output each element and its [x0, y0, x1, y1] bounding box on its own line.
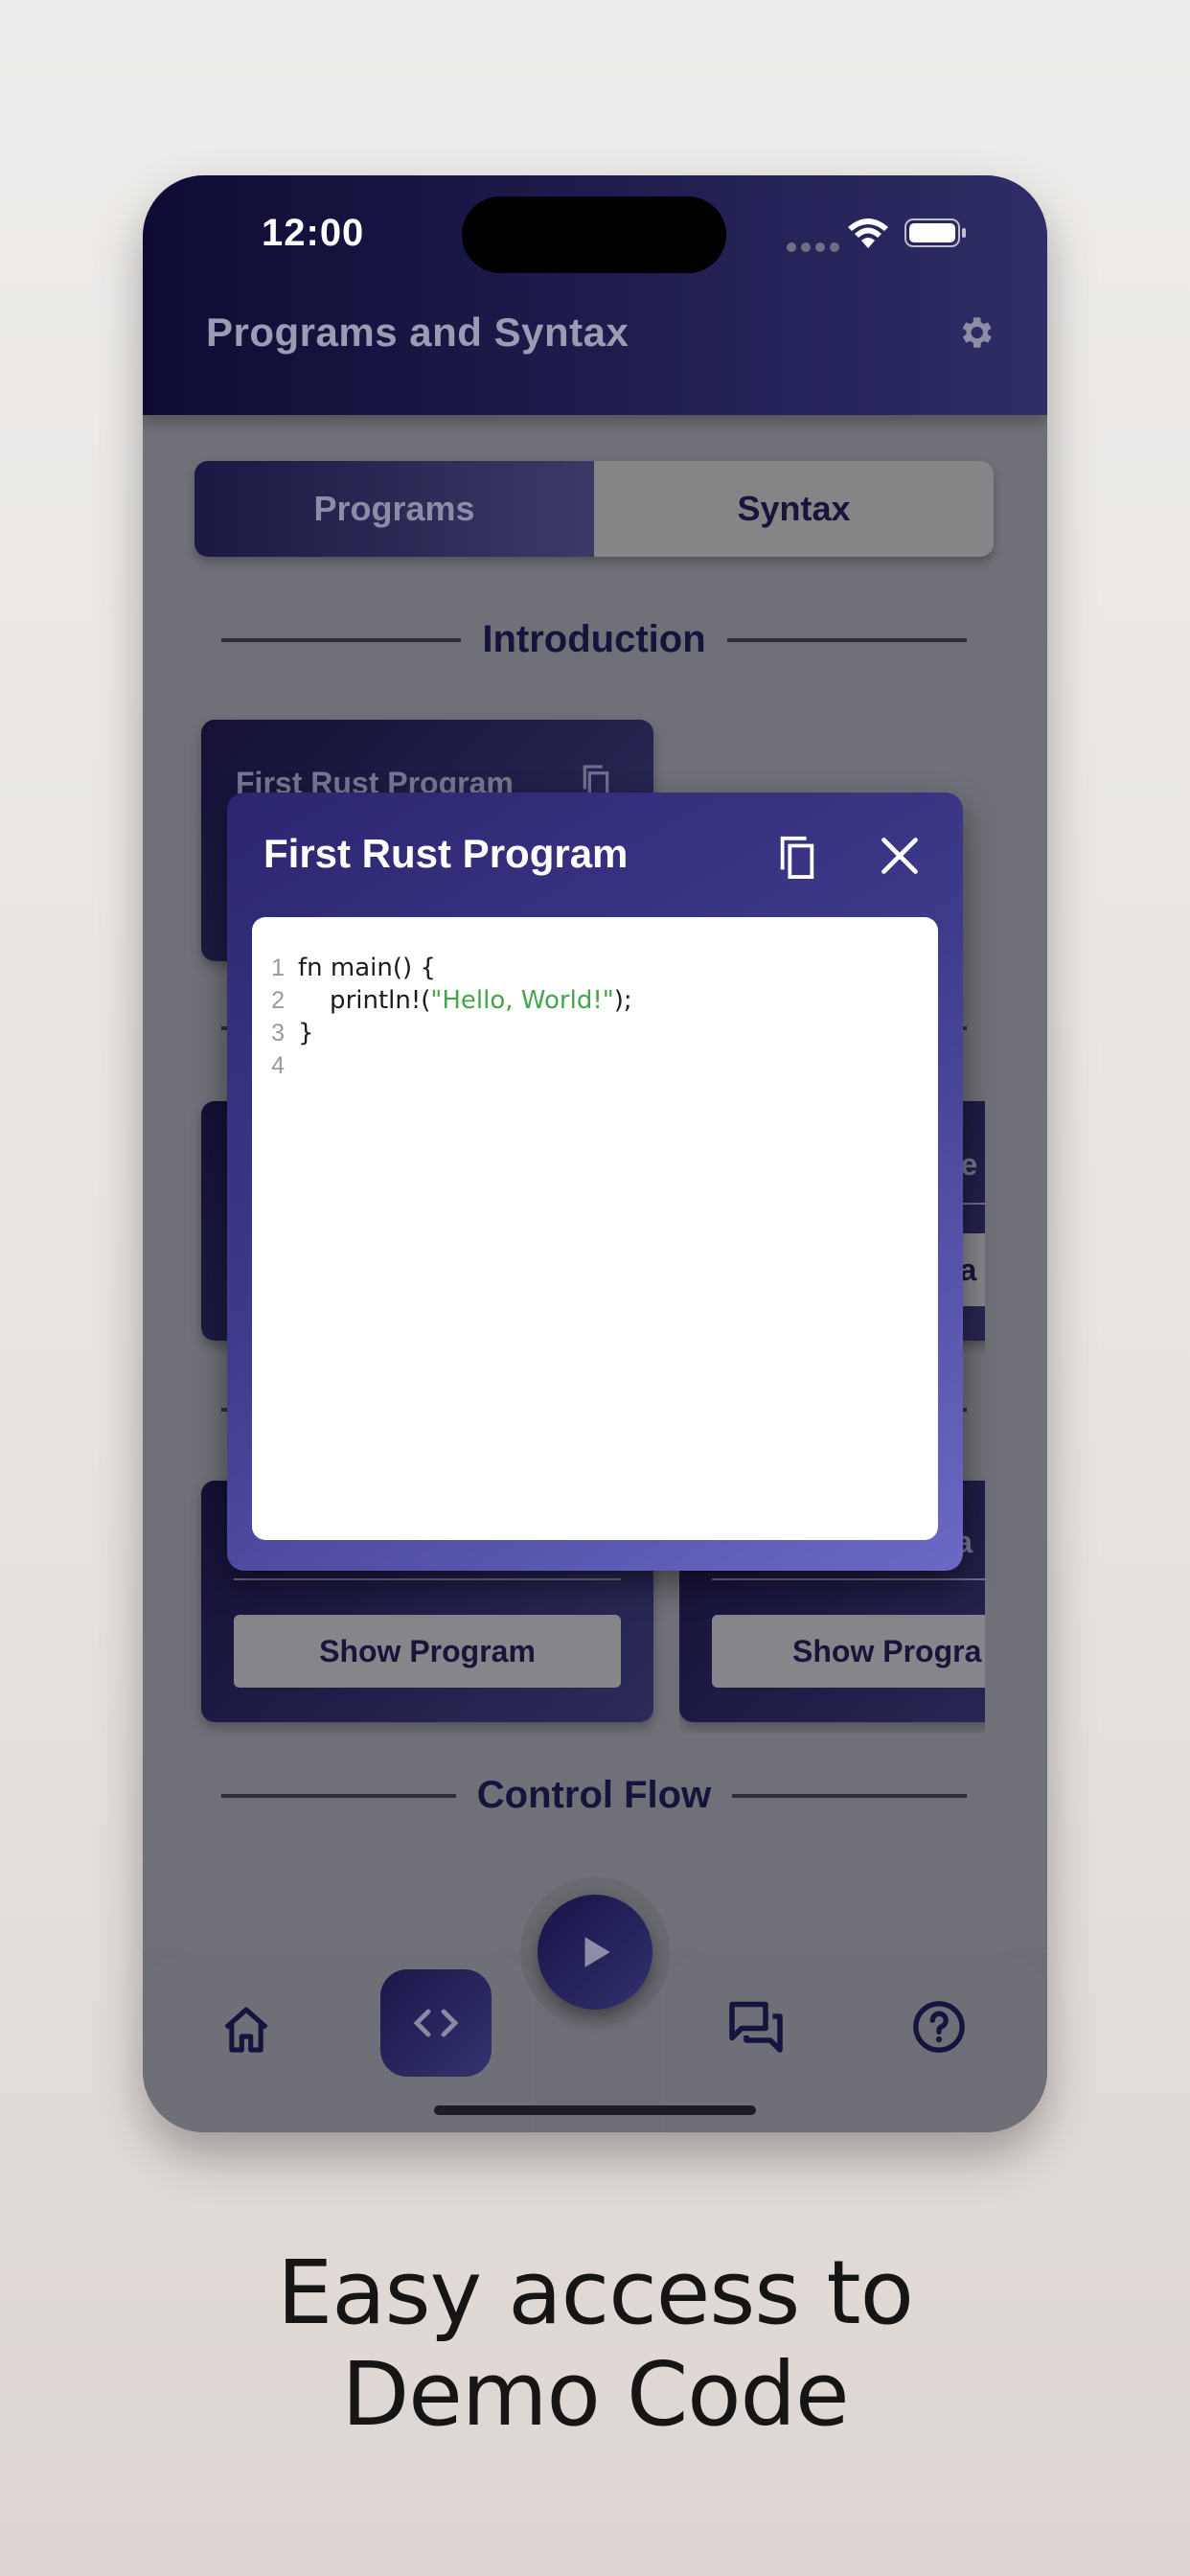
code-line: 1 fn main() { — [252, 952, 938, 984]
section-title: Introduction — [482, 618, 706, 660]
copy-icon[interactable] — [775, 833, 819, 881]
divider — [221, 1793, 456, 1798]
code-text: println!("Hello, World!"); — [298, 986, 632, 1015]
code-editor: 1 fn main() { 2 println!("Hello, World!"… — [252, 917, 938, 1540]
status-time: 12:00 — [262, 212, 365, 254]
dynamic-island — [462, 196, 726, 273]
tab-programs[interactable]: Programs — [195, 461, 594, 557]
code-dialog: First Rust Program 1 fn main() { 2 print… — [227, 793, 963, 1571]
show-program-button[interactable]: Show Program — [234, 1615, 621, 1688]
card-divider — [712, 1578, 985, 1580]
dialog-title: First Rust Program — [263, 831, 629, 876]
show-program-button[interactable]: Show Progra — [712, 1615, 985, 1688]
nav-code-tab[interactable] — [380, 1969, 492, 2077]
play-icon — [584, 1937, 610, 1967]
section-control-flow: Control Flow — [221, 1774, 967, 1817]
page-title: Programs and Syntax — [206, 310, 629, 355]
home-indicator — [434, 2105, 756, 2115]
code-text: fn main() { — [298, 954, 436, 982]
help-icon[interactable] — [911, 1999, 967, 2055]
close-icon[interactable] — [879, 835, 921, 877]
line-number: 3 — [271, 1019, 285, 1046]
caption-line-1: Easy access to — [277, 2242, 914, 2344]
line-number: 1 — [271, 954, 285, 981]
section-title: Control Flow — [476, 1774, 712, 1816]
code-line: 3 } — [252, 1017, 938, 1049]
code-line: 4 — [252, 1049, 938, 1082]
line-number: 2 — [271, 986, 285, 1014]
code-icon — [413, 2009, 459, 2037]
code-string: "Hello, World!" — [430, 986, 614, 1015]
code-text: } — [298, 1019, 314, 1047]
battery-icon — [904, 218, 966, 247]
line-number: 4 — [271, 1051, 285, 1079]
chat-icon[interactable] — [727, 1997, 785, 2055]
segmented-control: Programs Syntax — [195, 461, 994, 557]
phone-frame: 12:00 Programs and Syntax Programs Synta… — [143, 175, 1047, 2132]
run-button[interactable] — [538, 1895, 652, 2010]
wifi-icon — [848, 218, 888, 248]
home-icon[interactable] — [219, 2003, 273, 2057]
divider — [726, 637, 967, 642]
marketing-caption: Easy access to Demo Code — [0, 2242, 1190, 2446]
signal-icon — [787, 242, 839, 252]
code-line: 2 println!("Hello, World!"); — [252, 984, 938, 1017]
gear-icon[interactable] — [955, 312, 995, 353]
divider — [732, 1793, 967, 1798]
divider — [221, 637, 462, 642]
section-introduction: Introduction — [221, 618, 967, 661]
caption-line-2: Demo Code — [341, 2343, 849, 2446]
tab-syntax[interactable]: Syntax — [594, 461, 994, 557]
card-divider — [234, 1578, 621, 1580]
